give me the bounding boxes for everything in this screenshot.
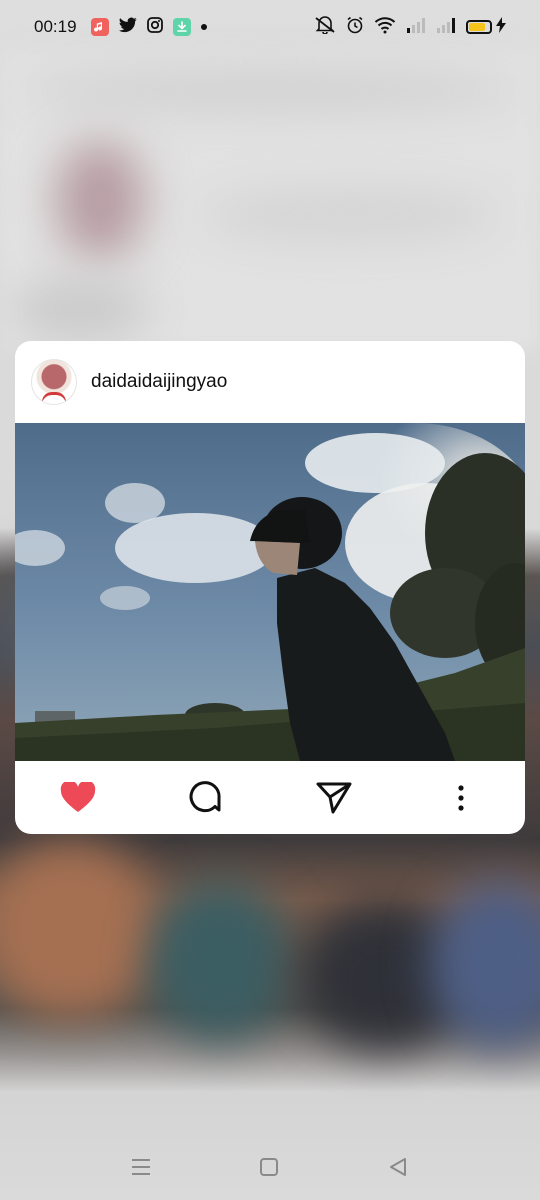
post-header: daidaidaijingyao <box>15 341 525 423</box>
background-blob <box>55 140 145 260</box>
back-button[interactable] <box>388 1157 408 1177</box>
background-blob <box>200 190 500 240</box>
background-blob <box>150 880 290 1040</box>
menu-icon <box>132 1159 150 1175</box>
twitter-icon <box>118 17 137 38</box>
battery-fill <box>469 23 485 31</box>
post-actions-bar <box>15 761 525 834</box>
signal-icon <box>436 17 456 38</box>
wifi-icon <box>374 16 396 39</box>
background-blob <box>10 280 150 340</box>
background-blob <box>0 840 160 1020</box>
status-right-group <box>314 15 506 39</box>
home-square-icon <box>260 1158 278 1176</box>
status-left-group: 00:19 <box>34 16 207 38</box>
post-card: daidaidaijingyao <box>15 341 525 834</box>
music-app-icon <box>90 18 109 36</box>
back-triangle-icon <box>390 1158 406 1176</box>
recent-apps-button[interactable] <box>131 1158 151 1176</box>
home-button[interactable] <box>259 1157 279 1177</box>
mute-icon <box>314 15 336 39</box>
dot-indicator <box>200 24 207 30</box>
battery-icon <box>466 20 492 34</box>
share-button[interactable] <box>316 782 352 814</box>
avatar[interactable] <box>31 359 77 405</box>
instagram-icon <box>146 16 163 38</box>
navigation-bar <box>0 1140 540 1194</box>
comment-icon <box>189 780 221 812</box>
alarm-icon <box>346 16 364 39</box>
heart-icon <box>60 781 96 812</box>
post-photo[interactable] <box>15 423 525 761</box>
comment-button[interactable] <box>188 780 224 816</box>
charging-icon <box>496 16 506 38</box>
status-time: 00:19 <box>34 17 77 36</box>
background-blob <box>20 70 520 110</box>
download-app-icon <box>172 18 191 36</box>
like-button[interactable] <box>60 781 96 814</box>
status-bar: 00:19 <box>0 0 540 54</box>
post-username[interactable]: daidaidaijingyao <box>91 371 227 393</box>
more-button[interactable] <box>457 784 465 811</box>
signal-icon <box>406 17 426 38</box>
more-vertical-icon <box>458 784 464 811</box>
send-icon <box>316 782 352 813</box>
